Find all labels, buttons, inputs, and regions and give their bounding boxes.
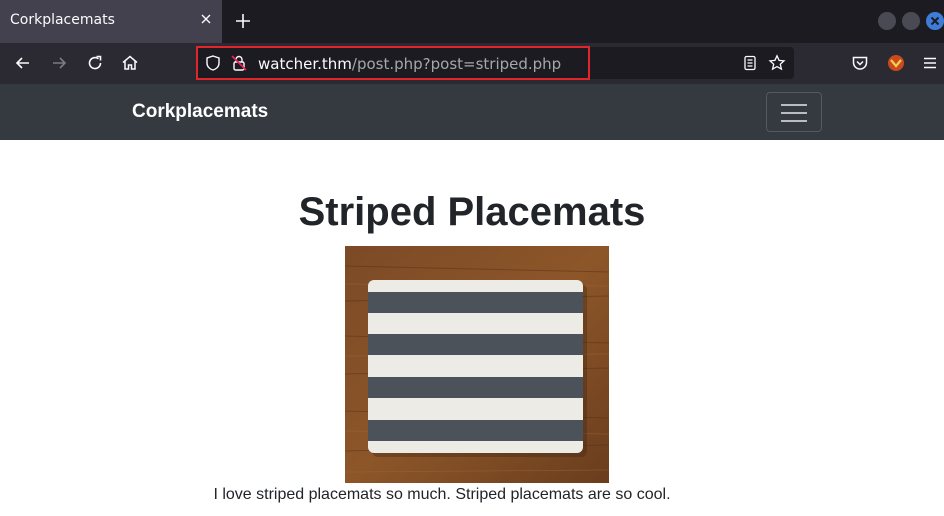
url-highlight-box xyxy=(196,46,590,80)
back-arrow-icon[interactable] xyxy=(13,53,33,73)
reload-icon[interactable] xyxy=(85,53,105,73)
site-brand-link[interactable]: Corkplacemats xyxy=(132,101,268,123)
hamburger-icon-bar xyxy=(781,120,807,122)
home-icon[interactable] xyxy=(120,53,140,73)
navigation-toolbar: watcher.thm/post.php?post=striped.php xyxy=(0,43,944,84)
post-body-text: I love striped placemats so much. Stripe… xyxy=(213,486,671,503)
tab-strip: Corkplacemats xyxy=(0,0,944,43)
bookmark-star-icon[interactable] xyxy=(768,54,786,72)
post-title: Striped Placemats xyxy=(298,190,646,234)
menu-icon[interactable] xyxy=(920,53,940,73)
extension-icon[interactable] xyxy=(886,53,906,73)
close-window-icon xyxy=(930,16,940,26)
hamburger-icon-bar xyxy=(781,112,807,114)
new-tab-icon[interactable] xyxy=(234,12,252,30)
maximize-window-button[interactable] xyxy=(902,12,920,30)
hamburger-icon xyxy=(781,104,807,106)
post-image xyxy=(345,246,609,483)
close-window-button[interactable] xyxy=(926,12,944,30)
tab-title: Corkplacemats xyxy=(10,12,115,28)
site-navbar: Corkplacemats xyxy=(0,84,944,140)
forward-arrow-icon[interactable] xyxy=(49,53,69,73)
close-tab-icon[interactable] xyxy=(199,12,213,26)
minimize-window-button[interactable] xyxy=(878,12,896,30)
reader-view-icon[interactable] xyxy=(742,55,758,71)
browser-tab[interactable]: Corkplacemats xyxy=(0,0,222,43)
pocket-icon[interactable] xyxy=(850,53,870,73)
navbar-toggle-button[interactable] xyxy=(766,92,822,132)
